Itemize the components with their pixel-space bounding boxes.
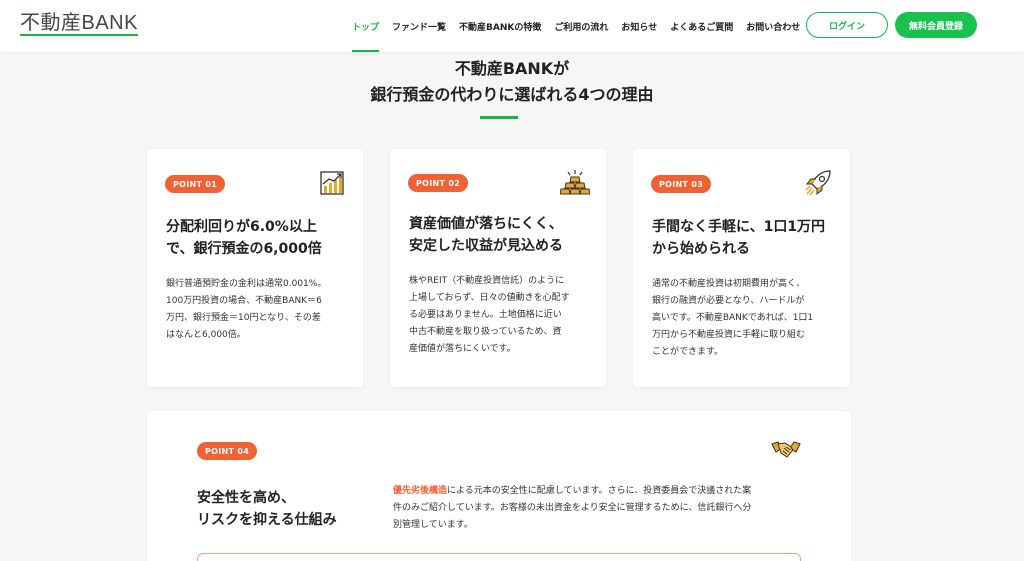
heading-line: リスクを抑える仕組み [197, 512, 337, 528]
body-line: 株やREIT（不動産投資信託）のように [409, 276, 565, 286]
point-heading: 手間なく手軽に、1口1万円 から始められる [652, 216, 825, 260]
body-line: 万円から不動産投資に手軽に取り組む [652, 330, 806, 340]
register-button[interactable]: 無料会員登録 [895, 12, 977, 38]
body-line: 100万円投資の場合、不動産BANK＝6 [166, 296, 322, 306]
point-badge: POINT 04 [197, 442, 258, 460]
body-line: ことができます。 [652, 347, 724, 357]
heading-line: で、銀行預金の6,000倍 [166, 241, 322, 257]
heading-line: 資産価値が落ちにくく、 [409, 216, 563, 232]
section-title-line2: 銀行預金の代わりに選ばれる4つの理由 [370, 85, 654, 104]
point-heading: 安全性を高め、 リスクを抑える仕組み [197, 487, 337, 531]
body-text: による元本の安全性に配慮しています。さらに、投資委員会で決議された案 [447, 486, 752, 496]
point-card-04: POINT 04 安全性を高め、 リスクを抑える仕組み 優先劣後構造による元本の… [147, 411, 851, 561]
point-badge: POINT 03 [651, 175, 712, 193]
info-box [197, 553, 801, 561]
body-line: る必要はありません。土地価格に近い [409, 310, 562, 320]
rocket-icon [805, 170, 831, 196]
body-line: 件のみご紹介しています。お客様の未出資金をより安全に管理するために、信託銀行へ分 [393, 503, 752, 513]
nav-item-news[interactable]: お知らせ [621, 0, 657, 52]
section-title: 不動産BANKが 銀行預金の代わりに選ばれる4つの理由 [0, 56, 1024, 108]
point-badge: POINT 02 [408, 174, 469, 192]
point-badge: POINT 01 [165, 175, 226, 193]
accent-text: 優先劣後構造 [393, 486, 448, 496]
nav-item-flow[interactable]: ご利用の流れ [554, 0, 608, 52]
logo[interactable]: 不動産BANK [20, 13, 138, 36]
body-line: 通常の不動産投資は初期費用が高く、 [652, 279, 806, 289]
nav-item-contact[interactable]: お問い合わせ [746, 0, 800, 52]
point-card-02: POINT 02 資産価値が落ちにくく、 安定した収益が見込める 株やREIT（… [390, 149, 606, 387]
nav-item-funds[interactable]: ファンド一覧 [392, 0, 446, 52]
point-body: 通常の不動産投資は初期費用が高く、 銀行の融資が必要となり、ハードルが 高いです… [652, 276, 813, 361]
gold-bars-icon [560, 170, 590, 195]
body-line: 中古不動産を取り扱っているため、資 [409, 327, 562, 337]
heading-line: 安定した収益が見込める [409, 238, 563, 254]
point-heading: 分配利回りが6.0%以上 で、銀行預金の6,000倍 [166, 216, 322, 260]
nav-item-features[interactable]: 不動産BANKの特徴 [459, 0, 541, 52]
body-line: はなんと6,000倍。 [166, 330, 246, 340]
title-underline [480, 116, 518, 119]
heading-line: 手間なく手軽に、1口1万円 [652, 219, 826, 235]
point-heading: 資産価値が落ちにくく、 安定した収益が見込める [409, 213, 563, 257]
heading-line: 分配利回りが6.0%以上 [166, 219, 317, 235]
main-nav: トップ ファンド一覧 不動産BANKの特徴 ご利用の流れ お知らせ よくあるご質… [352, 0, 813, 52]
login-button[interactable]: ログイン [806, 12, 888, 38]
heading-line: 安全性を高め、 [197, 490, 295, 506]
body-line: 万円、銀行預金＝10円となり、その差 [166, 313, 321, 323]
point-card-03: POINT 03 手間なく手軽に、1口1万円 から始められる 通常の不動産投資は… [633, 149, 850, 387]
body-line: 高いです。不動産BANKであれば、1口1 [652, 313, 814, 323]
point-body: 銀行普通預貯金の金利は通常0.001%。 100万円投資の場合、不動産BANK＝… [166, 276, 326, 344]
body-line: 別管理しています。 [393, 520, 473, 530]
chart-growth-icon [320, 171, 344, 195]
point-body: 優先劣後構造による元本の安全性に配慮しています。さらに、投資委員会で決議された案… [393, 483, 813, 534]
logo-text: 不動産BANK [20, 12, 138, 36]
body-line: 上場しておらず、日々の値動きを心配す [409, 293, 570, 303]
body-line: 銀行の融資が必要となり、ハードルが [652, 296, 805, 306]
body-line: 銀行普通預貯金の金利は通常0.001%。 [166, 279, 327, 289]
heading-line: から始められる [652, 241, 750, 257]
handshake-icon [771, 441, 801, 458]
section-title-line1: 不動産BANKが [454, 59, 570, 78]
point-card-01: POINT 01 分配利回りが6.0%以上 で、銀行預金の6,000倍 銀行普通… [147, 149, 363, 387]
nav-item-top[interactable]: トップ [352, 0, 380, 52]
body-line: 優先劣後構造による元本の安全性に配慮しています。さらに、投資委員会で決議された案 [393, 483, 813, 500]
body-line: 産価値が落ちにくいです。 [409, 344, 516, 354]
site-header: 不動産BANK トップ ファンド一覧 不動産BANKの特徴 ご利用の流れ お知ら… [0, 0, 1024, 52]
point-body: 株やREIT（不動産投資信託）のように 上場しておらず、日々の値動きを心配す る… [409, 273, 570, 358]
nav-item-faq[interactable]: よくあるご質問 [670, 0, 733, 52]
